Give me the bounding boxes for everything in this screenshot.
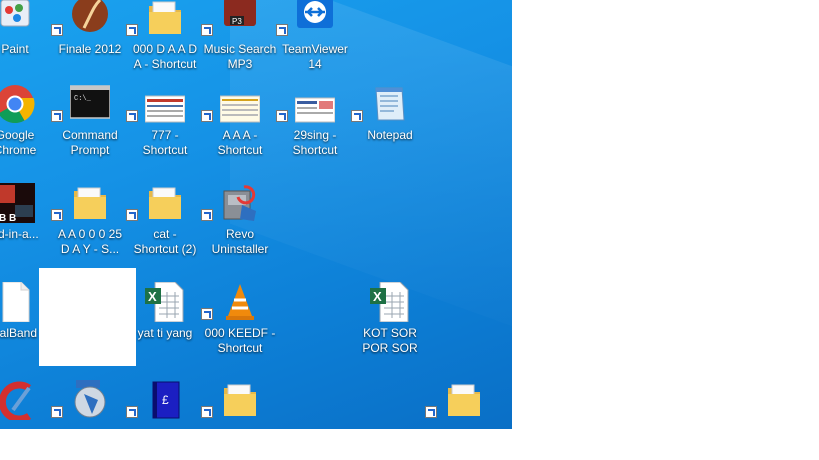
desktop-icon-000-shortcut[interactable]: 000 D A A D A - Shortcut xyxy=(126,0,204,96)
doc-thumb-icon xyxy=(145,84,185,124)
doc-thumb-icon xyxy=(295,84,335,124)
desktop-background[interactable]: Paint Finale 2012 000 D A A D A - Shortc… xyxy=(0,0,512,429)
shortcut-arrow-icon xyxy=(201,308,213,320)
shortcut-arrow-icon xyxy=(276,110,288,122)
desktop-icon-label: Revo Uninstaller xyxy=(211,227,269,256)
desktop-icon-777-shortcut[interactable]: 777 - Shortcut xyxy=(126,84,204,182)
desktop-icon-label: cat - Shortcut (2) xyxy=(133,227,197,256)
desktop-icon-label: A A 0 0 0 25 D A Y - S... xyxy=(57,227,123,256)
desktop-icon-aa000-folder[interactable]: A A 0 0 0 25 D A Y - S... xyxy=(51,183,129,281)
desktop-icon-label: KOT SOR POR SOR xyxy=(362,326,418,355)
excel-icon: X xyxy=(370,282,410,322)
folder-icon xyxy=(145,183,185,223)
paint-icon xyxy=(0,0,35,38)
desktop-icon-kot-sor-por-sor[interactable]: X KOT SOR POR SOR xyxy=(351,282,429,380)
shortcut-arrow-icon xyxy=(201,110,213,122)
shortcut-arrow-icon xyxy=(276,24,288,36)
cmd-icon: C:\_ xyxy=(70,84,110,124)
desktop-icon-label: Google Chrome xyxy=(0,128,37,157)
desktop-icon-paint[interactable]: Paint xyxy=(0,0,54,96)
blank-file-icon xyxy=(0,282,35,322)
desktop-icon-label: TeamViewer 14 xyxy=(282,42,348,71)
desktop-icon-aaa-shortcut[interactable]: A A A - Shortcut xyxy=(201,84,279,182)
shortcut-arrow-icon xyxy=(201,209,213,221)
desktop-icon-label: Command Prompt xyxy=(62,128,118,157)
svg-text:X: X xyxy=(373,289,382,304)
desktop-icon-yat-ti-yang[interactable]: X yat ti yang xyxy=(126,282,204,380)
svg-text:£: £ xyxy=(162,393,169,407)
doc-thumb-icon xyxy=(220,84,260,124)
shortcut-arrow-icon xyxy=(126,24,138,36)
shortcut-arrow-icon xyxy=(201,24,213,36)
desktop-icon-cat-shortcut-2[interactable]: cat - Shortcut (2) xyxy=(126,183,204,281)
desktop-icon-teamviewer-14[interactable]: TeamViewer 14 xyxy=(276,0,354,96)
svg-text:B B: B B xyxy=(0,213,16,223)
shortcut-arrow-icon xyxy=(201,406,213,418)
folder-icon xyxy=(220,380,260,420)
desktop-icon-folder-row5-b[interactable] xyxy=(425,380,503,429)
desktop-icon-revo-uninstaller[interactable]: Revo Uninstaller xyxy=(201,183,279,281)
desktop-icon-label: Finale 2012 xyxy=(58,42,122,56)
desktop-icon-label: 000 D A A D A - Shortcut xyxy=(132,42,198,71)
shortcut-arrow-icon xyxy=(351,110,363,122)
desktop-icon-band-in-a-box[interactable]: B B nd-in-a... xyxy=(0,183,54,281)
desktop-icon-notepad[interactable]: Notepad xyxy=(351,84,429,182)
shortcut-arrow-icon xyxy=(51,110,63,122)
desktop-icon-label: yat ti yang xyxy=(137,326,193,340)
svg-text:C:\_: C:\_ xyxy=(74,95,92,103)
svg-text:P3: P3 xyxy=(232,17,242,26)
teamviewer-icon xyxy=(295,0,335,38)
shortcut-arrow-icon xyxy=(126,209,138,221)
excel-icon: X xyxy=(145,282,185,322)
shortcut-arrow-icon xyxy=(126,110,138,122)
desktop-icon-ccleaner[interactable] xyxy=(0,380,54,429)
blank-overlay-panel xyxy=(39,268,136,366)
ccleaner-icon xyxy=(0,380,35,420)
revo-uninstaller-icon xyxy=(220,183,260,223)
desktop-icon-label: 777 - Shortcut xyxy=(142,128,188,157)
shortcut-arrow-icon xyxy=(126,406,138,418)
band-in-a-box-icon: B B xyxy=(0,183,35,223)
desktop-icon-000-keedf-shortcut[interactable]: 000 KEEDF - Shortcut xyxy=(201,282,279,380)
desktop-icon-command-prompt[interactable]: C:\_ Command Prompt xyxy=(51,84,129,182)
music-search-icon: P3 xyxy=(220,0,260,38)
desktop-icon-29sing-shortcut[interactable]: 29sing - Shortcut xyxy=(276,84,354,182)
desktop-icon-google-chrome[interactable]: Google Chrome xyxy=(0,84,54,182)
desktop-icon-label: nd-in-a... xyxy=(0,227,39,241)
blue-book-icon: £ xyxy=(145,380,185,420)
folder-icon xyxy=(145,0,185,38)
folder-icon xyxy=(70,183,110,223)
desktop-icon-label: 29sing - Shortcut xyxy=(292,128,338,157)
chrome-icon xyxy=(0,84,35,124)
folder-icon xyxy=(444,380,484,420)
desktop-icon-music-search-mp3[interactable]: P3 Music Search MP3 xyxy=(201,0,279,96)
vlc-icon xyxy=(220,282,260,322)
desktop-icon-finale-2012[interactable]: Finale 2012 xyxy=(51,0,129,96)
shortcut-arrow-icon xyxy=(425,406,437,418)
finale-icon xyxy=(70,0,110,38)
desktop-icon-label: 000 KEEDF - Shortcut xyxy=(204,326,276,355)
desktop-icon-label: Paint xyxy=(1,42,29,56)
desktop-icon-label: Notepad xyxy=(367,128,413,142)
installer-icon xyxy=(70,380,110,420)
shortcut-arrow-icon xyxy=(51,24,63,36)
desktop-icon-label: A A A - Shortcut xyxy=(217,128,263,157)
shortcut-arrow-icon xyxy=(51,406,63,418)
svg-text:X: X xyxy=(148,289,157,304)
desktop-icon-blue-book[interactable]: £ xyxy=(126,380,204,429)
desktop-icon-folder-row5-a[interactable] xyxy=(201,380,279,429)
shortcut-arrow-icon xyxy=(51,209,63,221)
desktop-icon-label: Music Search MP3 xyxy=(203,42,277,71)
desktop-icon-installer[interactable] xyxy=(51,380,129,429)
notepad-icon xyxy=(370,84,410,124)
